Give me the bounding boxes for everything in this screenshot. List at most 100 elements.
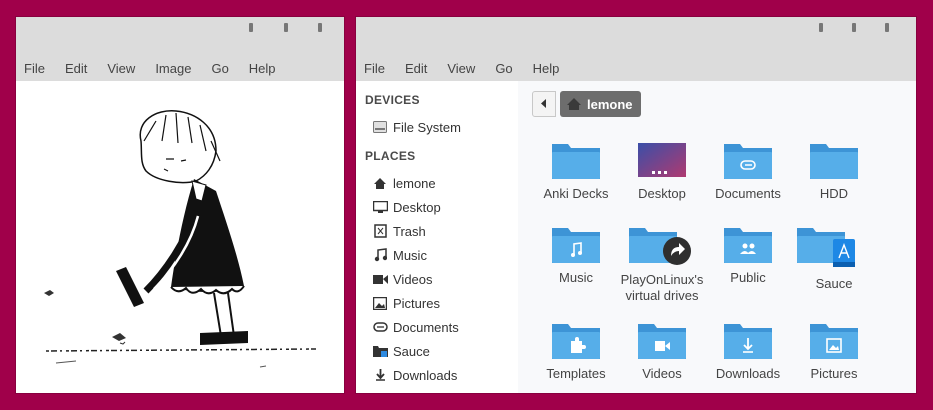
sidebar-item-label: Documents <box>393 319 459 335</box>
folder-pictures[interactable]: Pictures <box>791 321 877 382</box>
folder-public-icon <box>724 228 772 263</box>
menu-edit[interactable]: Edit <box>405 61 427 76</box>
sidebar-item-label: lemone <box>393 175 436 191</box>
places-header: PLACES <box>365 149 416 163</box>
sidebar: DEVICES File System PLACES lemone Deskto… <box>356 81 516 393</box>
folder-sauce[interactable]: Sauce <box>791 225 877 292</box>
viewer-titlebar[interactable] <box>16 17 344 55</box>
sidebar-item-label: Downloads <box>393 367 458 383</box>
viewer-menubar: File Edit View Image Go Help <box>16 55 344 81</box>
sidebar-item-documents[interactable]: Documents <box>372 317 459 337</box>
file-manager-window: File Edit View Go Help DEVICES File Syst… <box>356 17 916 393</box>
image-canvas[interactable] <box>16 81 344 393</box>
close-button[interactable] <box>885 23 889 32</box>
item-label: PlayOnLinux's virtual drives <box>620 272 704 303</box>
breadcrumb-label: lemone <box>587 96 633 112</box>
menu-go[interactable]: Go <box>495 61 512 76</box>
close-button[interactable] <box>318 23 322 32</box>
picture-icon <box>372 295 388 311</box>
paperclip-icon <box>372 319 388 335</box>
menu-help[interactable]: Help <box>249 61 276 76</box>
folder-music[interactable]: Music <box>533 225 619 286</box>
folder-templates-icon <box>552 324 600 359</box>
sidebar-item-file-system[interactable]: File System <box>372 117 461 137</box>
sidebar-item-label: File System <box>393 119 461 135</box>
folder-documents[interactable]: Documents <box>705 141 791 202</box>
desktop-folder-icon <box>638 143 686 177</box>
devices-header: DEVICES <box>365 93 420 107</box>
menu-go[interactable]: Go <box>211 61 228 76</box>
menu-view[interactable]: View <box>447 61 475 76</box>
folder-playonlinux[interactable]: PlayOnLinux's virtual drives <box>619 225 705 304</box>
home-icon <box>566 97 582 111</box>
menu-file[interactable]: File <box>24 61 45 76</box>
item-label: Anki Decks <box>543 186 609 201</box>
folder-anki-decks[interactable]: Anki Decks <box>533 141 619 202</box>
item-label: Desktop <box>638 186 686 201</box>
video-camera-icon <box>372 271 388 287</box>
folder-documents-icon <box>724 144 772 179</box>
breadcrumb-current[interactable]: lemone <box>560 91 641 117</box>
maximize-button[interactable] <box>284 23 288 32</box>
maximize-button[interactable] <box>852 23 856 32</box>
item-label: Downloads <box>715 366 781 381</box>
sidebar-item-lemone[interactable]: lemone <box>372 173 436 193</box>
back-button[interactable] <box>532 91 556 117</box>
sidebar-item-desktop[interactable]: Desktop <box>372 197 441 217</box>
files-titlebar[interactable] <box>356 17 916 55</box>
sidebar-item-sauce[interactable]: Sauce <box>372 341 430 361</box>
menu-image[interactable]: Image <box>155 61 191 76</box>
monitor-icon <box>372 199 388 215</box>
sidebar-item-label: Desktop <box>393 199 441 215</box>
folder-pictures-icon <box>810 324 858 359</box>
item-label: Documents <box>715 186 781 201</box>
trash-icon <box>372 223 388 239</box>
menu-file[interactable]: File <box>364 61 385 76</box>
folder-downloads-icon <box>724 324 772 359</box>
sidebar-item-pictures[interactable]: Pictures <box>372 293 440 313</box>
chevron-left-icon <box>541 95 547 113</box>
music-note-icon <box>372 247 388 263</box>
girl-drawing-image <box>44 110 317 368</box>
files-menubar: File Edit View Go Help <box>356 55 916 81</box>
menu-view[interactable]: View <box>107 61 135 76</box>
item-label: Music <box>559 270 593 285</box>
folder-videos[interactable]: Videos <box>619 321 705 382</box>
file-view: lemone Anki Decks Desktop Documents HDD <box>518 81 916 393</box>
item-label: Public <box>730 270 766 285</box>
folder-app-icon <box>372 343 388 359</box>
folder-videos-icon <box>638 324 686 359</box>
folder-app-icon <box>797 228 855 267</box>
folder-public[interactable]: Public <box>705 225 791 286</box>
folder-downloads[interactable]: Downloads <box>705 321 791 382</box>
sidebar-item-label: Sauce <box>393 343 430 359</box>
folder-icon <box>552 144 600 179</box>
folder-desktop[interactable]: Desktop <box>619 141 705 202</box>
sidebar-item-label: Videos <box>393 271 433 287</box>
image-viewer-window: File Edit View Image Go Help <box>16 17 344 393</box>
sidebar-item-downloads[interactable]: Downloads <box>372 365 457 385</box>
item-label: Sauce <box>815 276 853 291</box>
folder-icon <box>810 144 858 179</box>
folder-hdd[interactable]: HDD <box>791 141 877 202</box>
sidebar-item-label: Music <box>393 247 427 263</box>
sidebar-item-label: Trash <box>393 223 426 239</box>
folder-templates[interactable]: Templates <box>533 321 619 382</box>
download-icon <box>372 367 388 383</box>
menu-edit[interactable]: Edit <box>65 61 87 76</box>
folder-music-icon <box>552 228 600 263</box>
minimize-button[interactable] <box>819 23 823 32</box>
drive-icon <box>372 119 388 135</box>
item-label: Pictures <box>810 366 858 381</box>
item-label: Videos <box>642 366 682 381</box>
home-icon <box>372 175 388 191</box>
folder-link-icon <box>629 228 691 265</box>
sidebar-item-trash[interactable]: Trash <box>372 221 426 241</box>
menu-help[interactable]: Help <box>533 61 560 76</box>
item-label: Templates <box>546 366 606 381</box>
sidebar-item-videos[interactable]: Videos <box>372 269 433 289</box>
item-label: HDD <box>819 186 849 201</box>
sidebar-item-label: Pictures <box>393 295 440 311</box>
minimize-button[interactable] <box>249 23 253 32</box>
sidebar-item-music[interactable]: Music <box>372 245 427 265</box>
